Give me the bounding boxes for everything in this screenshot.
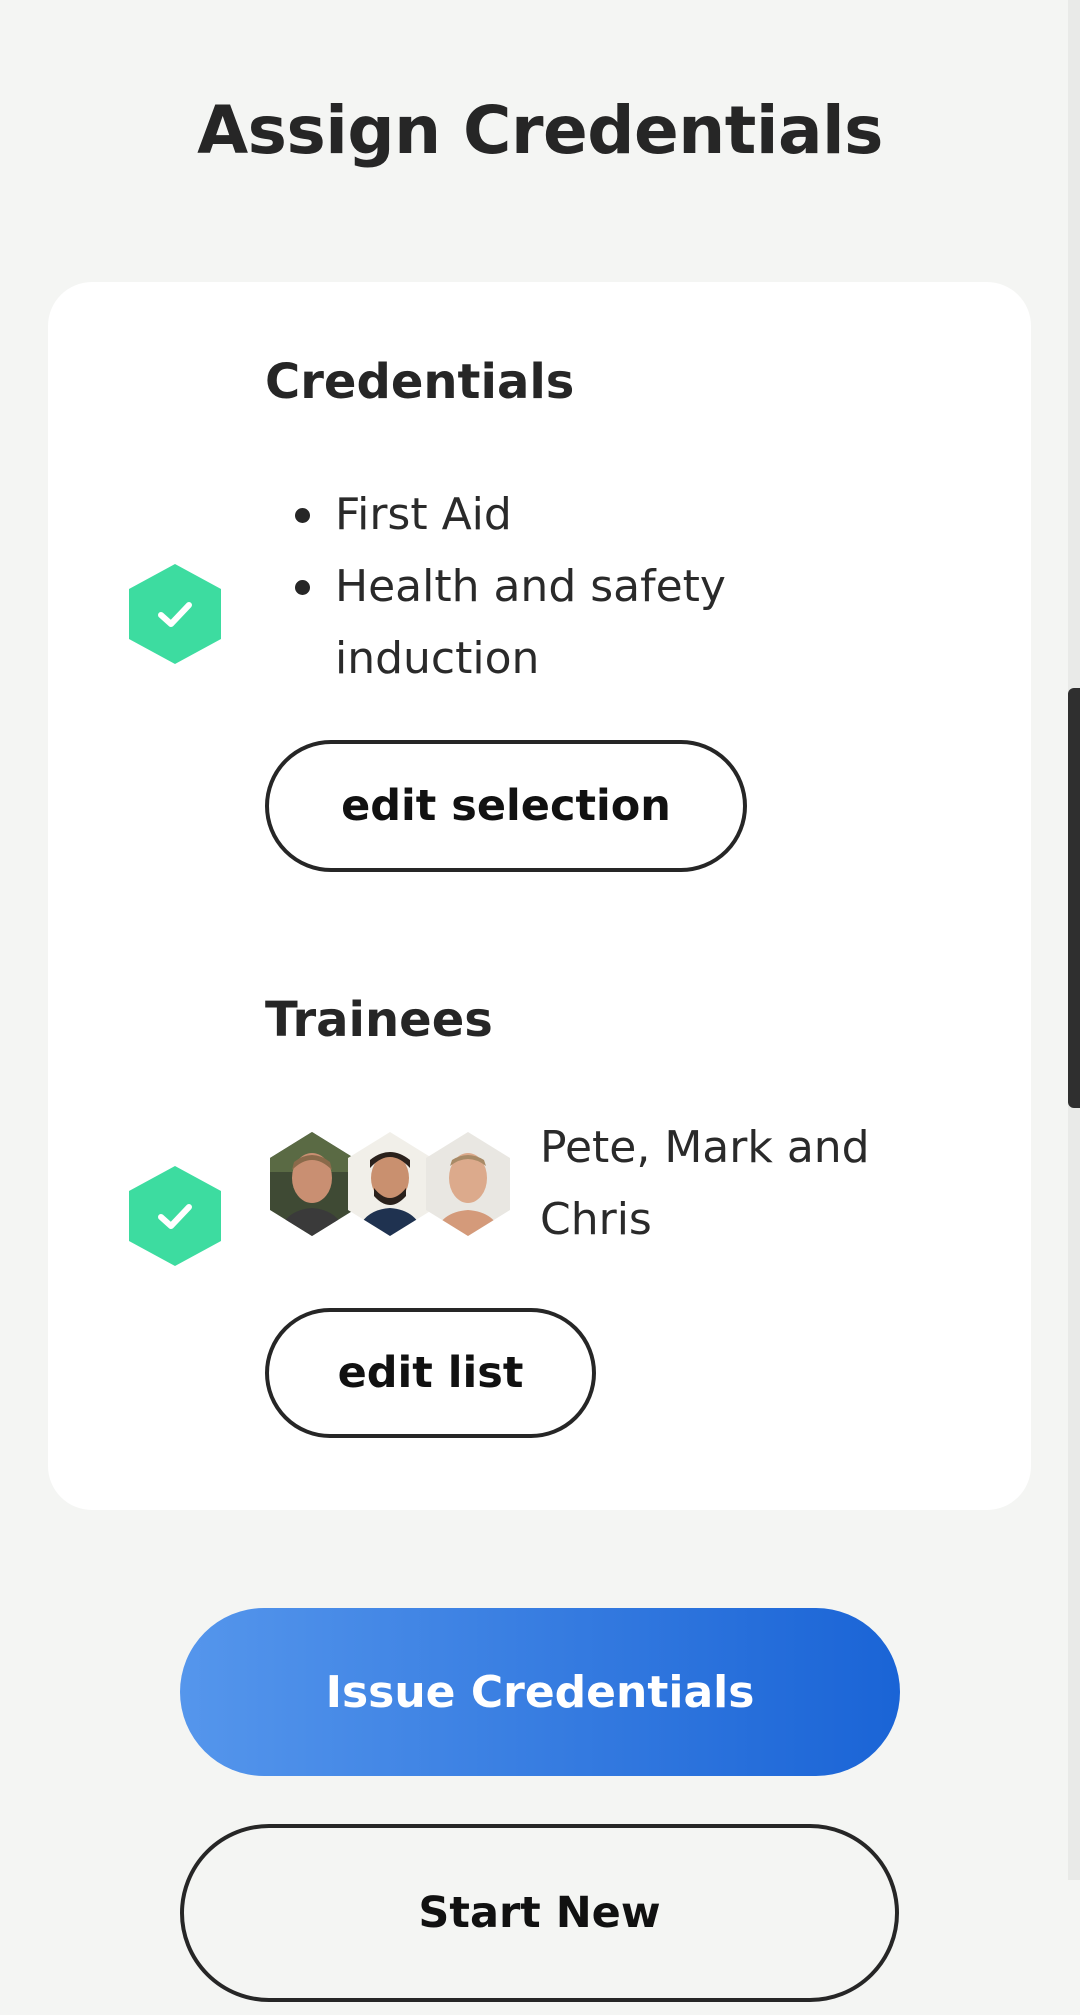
edit-selection-button[interactable]: edit selection <box>265 740 747 872</box>
trainees-check-icon <box>129 1166 221 1266</box>
credentials-check-icon <box>129 564 221 664</box>
trainees-heading: Trainees <box>265 992 493 1048</box>
trainee-names: Pete, Mark and Chris <box>540 1122 870 1245</box>
issue-credentials-button[interactable]: Issue Credentials <box>180 1608 900 1776</box>
assignment-summary-card: Credentials First Aid Health and safety … <box>48 282 1031 1510</box>
avatar <box>348 1132 432 1236</box>
bullet-icon <box>295 580 310 595</box>
start-new-button[interactable]: Start New <box>180 1824 899 2002</box>
edit-list-button[interactable]: edit list <box>265 1308 596 1438</box>
avatar <box>426 1132 510 1236</box>
credential-item: Health and safety induction <box>295 551 895 695</box>
credential-label: First Aid <box>335 489 512 540</box>
bullet-icon <box>295 508 310 523</box>
credentials-list: First Aid Health and safety induction <box>295 479 895 695</box>
page-title: Assign Credentials <box>197 92 883 169</box>
credentials-heading: Credentials <box>265 354 575 410</box>
scrollbar-thumb[interactable] <box>1068 688 1080 1108</box>
credential-label: Health and safety induction <box>335 561 726 684</box>
avatar <box>270 1132 354 1236</box>
credential-item: First Aid <box>295 479 895 551</box>
